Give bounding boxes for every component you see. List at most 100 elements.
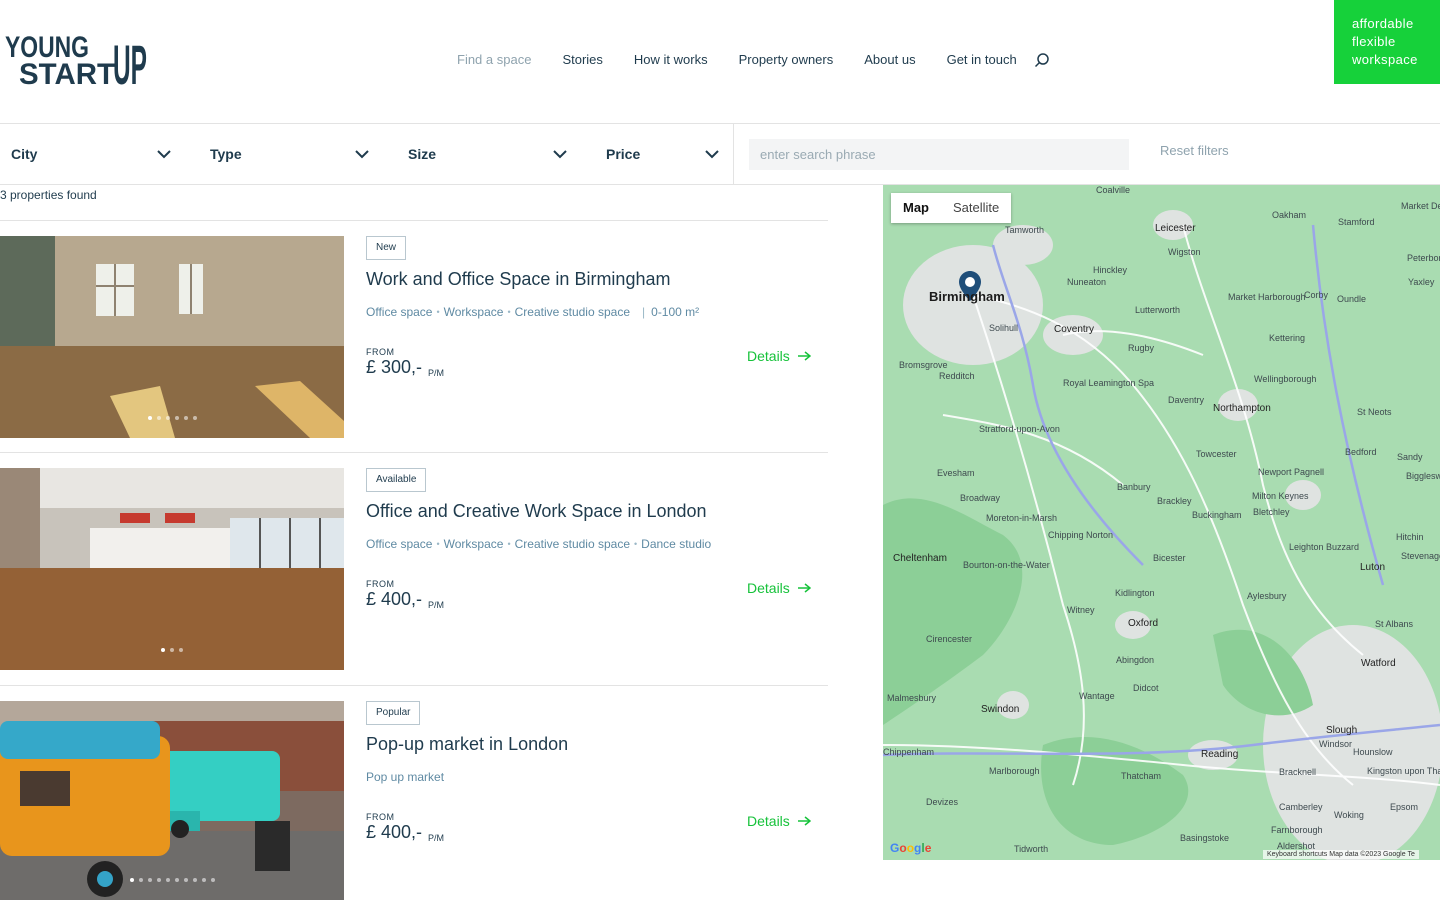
map-place-label: Northampton (1213, 403, 1271, 414)
map-place-label: Corby (1304, 290, 1329, 300)
nav-property-owners[interactable]: Property owners (739, 52, 834, 67)
map-place-label: Marlborough (989, 766, 1040, 776)
city-filter[interactable]: City (11, 124, 171, 184)
map-place-label: Woking (1334, 810, 1364, 820)
map-place-label: Farnborough (1271, 825, 1323, 835)
map-place-label: Royal Leamington Spa (1063, 378, 1155, 388)
pagination-dot[interactable] (192, 416, 197, 420)
tag: Office space (366, 537, 433, 551)
listing-photo[interactable] (0, 468, 344, 670)
pagination-dot[interactable] (147, 878, 152, 882)
map-place-label: Market Deeping (1401, 201, 1440, 211)
search-input[interactable] (749, 139, 1129, 170)
price-filter-label: Price (606, 146, 641, 162)
nav-stories[interactable]: Stories (562, 52, 602, 67)
map-panel[interactable]: Map Satellite Birmingham Coventry Leices… (883, 185, 1440, 860)
tag: Pop up market (366, 770, 445, 784)
map-place-label: Milton Keynes (1252, 491, 1309, 501)
price-unit: P/M (428, 368, 445, 378)
map-attribution[interactable]: Keyboard shortcuts Map data ©2023 Google… (1263, 850, 1419, 859)
photo-pagination[interactable] (0, 416, 344, 420)
map-place-label: Coventry (1054, 324, 1095, 335)
map-place-label: Cheltenham (893, 553, 947, 564)
map-place-label: Epsom (1390, 802, 1419, 812)
nav-get-in-touch[interactable]: Get in touch (947, 52, 1017, 67)
listing-title[interactable]: Office and Creative Work Space in London (366, 501, 707, 522)
pagination-dot[interactable] (183, 416, 188, 420)
details-link[interactable]: Details (747, 580, 811, 596)
pagination-dot[interactable] (129, 878, 134, 882)
price-filter[interactable]: Price (606, 124, 719, 184)
pagination-dot[interactable] (147, 416, 152, 420)
map-place-label: Abingdon (1116, 655, 1155, 665)
map-place-label: Hinckley (1093, 265, 1128, 275)
map-place-label: Peterborough (1407, 253, 1440, 263)
pagination-dot[interactable] (192, 878, 197, 882)
pagination-dot[interactable] (179, 648, 183, 652)
pagination-dot[interactable] (156, 416, 161, 420)
nav-how-it-works[interactable]: How it works (634, 52, 708, 67)
nav-about-us[interactable]: About us (864, 52, 915, 67)
photo-pagination[interactable] (0, 648, 344, 652)
map-place-label: Leicester (1155, 223, 1196, 234)
photo-pagination[interactable] (0, 878, 344, 882)
map-place-label: Moreton-in-Marsh (986, 513, 1058, 523)
listing-title[interactable]: Work and Office Space in Birmingham (366, 269, 670, 290)
listing-card: Available Office and Creative Work Space… (0, 468, 828, 670)
pagination-dot[interactable] (165, 878, 170, 882)
pagination-dot[interactable] (165, 416, 170, 420)
map-place-label: Hitchin (1396, 532, 1424, 542)
pagination-dot[interactable] (174, 878, 179, 882)
size-filter[interactable]: Size (408, 124, 567, 184)
map-place-label: Chippenham (883, 747, 935, 757)
pagination-dot[interactable] (138, 878, 143, 882)
pagination-dot[interactable] (170, 648, 174, 652)
divider (0, 220, 828, 221)
city-filter-label: City (11, 146, 38, 162)
map-place-label: Tidworth (1014, 844, 1049, 854)
pagination-dot[interactable] (174, 416, 179, 420)
tagline-line: affordable (1352, 16, 1414, 31)
chevron-down-icon (705, 149, 719, 158)
pagination-dot[interactable] (201, 878, 206, 882)
status-badge: Popular (366, 701, 421, 725)
map-place-label: Newport Pagnell (1258, 467, 1325, 477)
map-place-label: Oxford (1128, 618, 1159, 629)
map-place-label: Bourton-on-the-Water (963, 560, 1050, 570)
map-place-label: Coalville (1096, 185, 1131, 195)
map-place-label: St Albans (1375, 619, 1414, 629)
listing-photo[interactable] (0, 236, 344, 438)
young-startup-logo[interactable]: YOUNG START UP (5, 30, 147, 86)
listing-price: £ 300,- P/M (366, 357, 444, 378)
pagination-dot[interactable] (161, 648, 165, 652)
listing-card: Popular Pop-up market in London Pop up m… (0, 701, 828, 903)
from-label: FROM (366, 812, 395, 822)
pagination-dot[interactable] (156, 878, 161, 882)
map-mode-button[interactable]: Map (891, 193, 941, 223)
map-place-label: Wellingborough (1254, 374, 1317, 384)
nav-find-a-space[interactable]: Find a space (457, 52, 531, 67)
details-label: Details (747, 813, 790, 829)
price-value: £ 400,- (366, 589, 423, 609)
details-link[interactable]: Details (747, 348, 811, 364)
reset-filters-button[interactable]: Reset filters (1160, 143, 1229, 158)
map-place-label: Leighton Buzzard (1289, 542, 1360, 552)
satellite-mode-button[interactable]: Satellite (941, 193, 1011, 223)
map-place-label: Lutterworth (1135, 305, 1181, 315)
map-place-label: Stamford (1338, 217, 1375, 227)
map-place-label: Basingstoke (1180, 833, 1230, 843)
arrow-right-icon (797, 816, 811, 826)
google-logo: Google (890, 841, 932, 855)
tag-separator: • (507, 539, 511, 549)
listing-title[interactable]: Pop-up market in London (366, 734, 568, 755)
search-icon[interactable] (1034, 52, 1050, 68)
map-place-label: Birmingham (929, 289, 1005, 304)
pagination-dot[interactable] (210, 878, 215, 882)
type-filter[interactable]: Type (210, 124, 369, 184)
details-label: Details (747, 580, 790, 596)
pagination-dot[interactable] (183, 878, 188, 882)
details-link[interactable]: Details (747, 813, 811, 829)
map-place-label: Aylesbury (1247, 591, 1287, 601)
listing-photo[interactable] (0, 701, 344, 900)
map-place-label: Yaxley (1408, 277, 1435, 287)
